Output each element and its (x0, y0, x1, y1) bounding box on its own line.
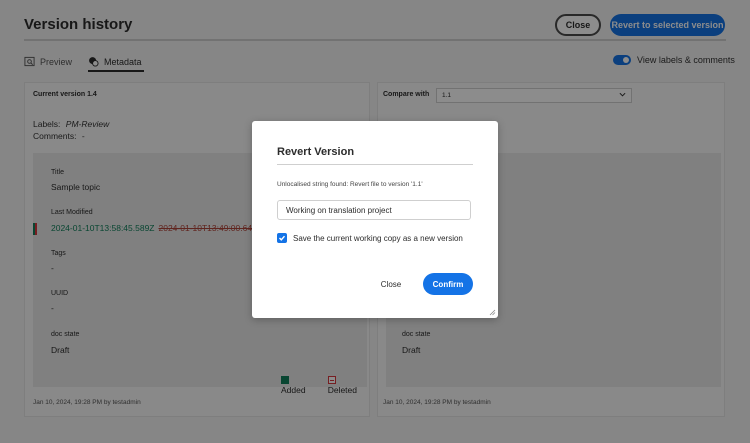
dialog-message: Unlocalised string found: Revert file to… (277, 181, 423, 188)
dialog-confirm-button[interactable]: Confirm (423, 273, 473, 295)
save-copy-label: Save the current working copy as a new v… (293, 233, 463, 243)
dialog-divider (277, 164, 473, 165)
checkmark-icon (279, 235, 286, 241)
comment-input[interactable]: Working on translation project (277, 200, 471, 220)
revert-version-dialog: Revert Version Unlocalised string found:… (252, 121, 498, 318)
dialog-title: Revert Version (277, 146, 355, 158)
save-copy-checkbox[interactable] (277, 233, 287, 243)
resize-handle-icon[interactable] (489, 309, 496, 316)
save-copy-checkbox-row[interactable]: Save the current working copy as a new v… (277, 233, 463, 243)
dialog-close-button[interactable]: Close (378, 274, 404, 294)
